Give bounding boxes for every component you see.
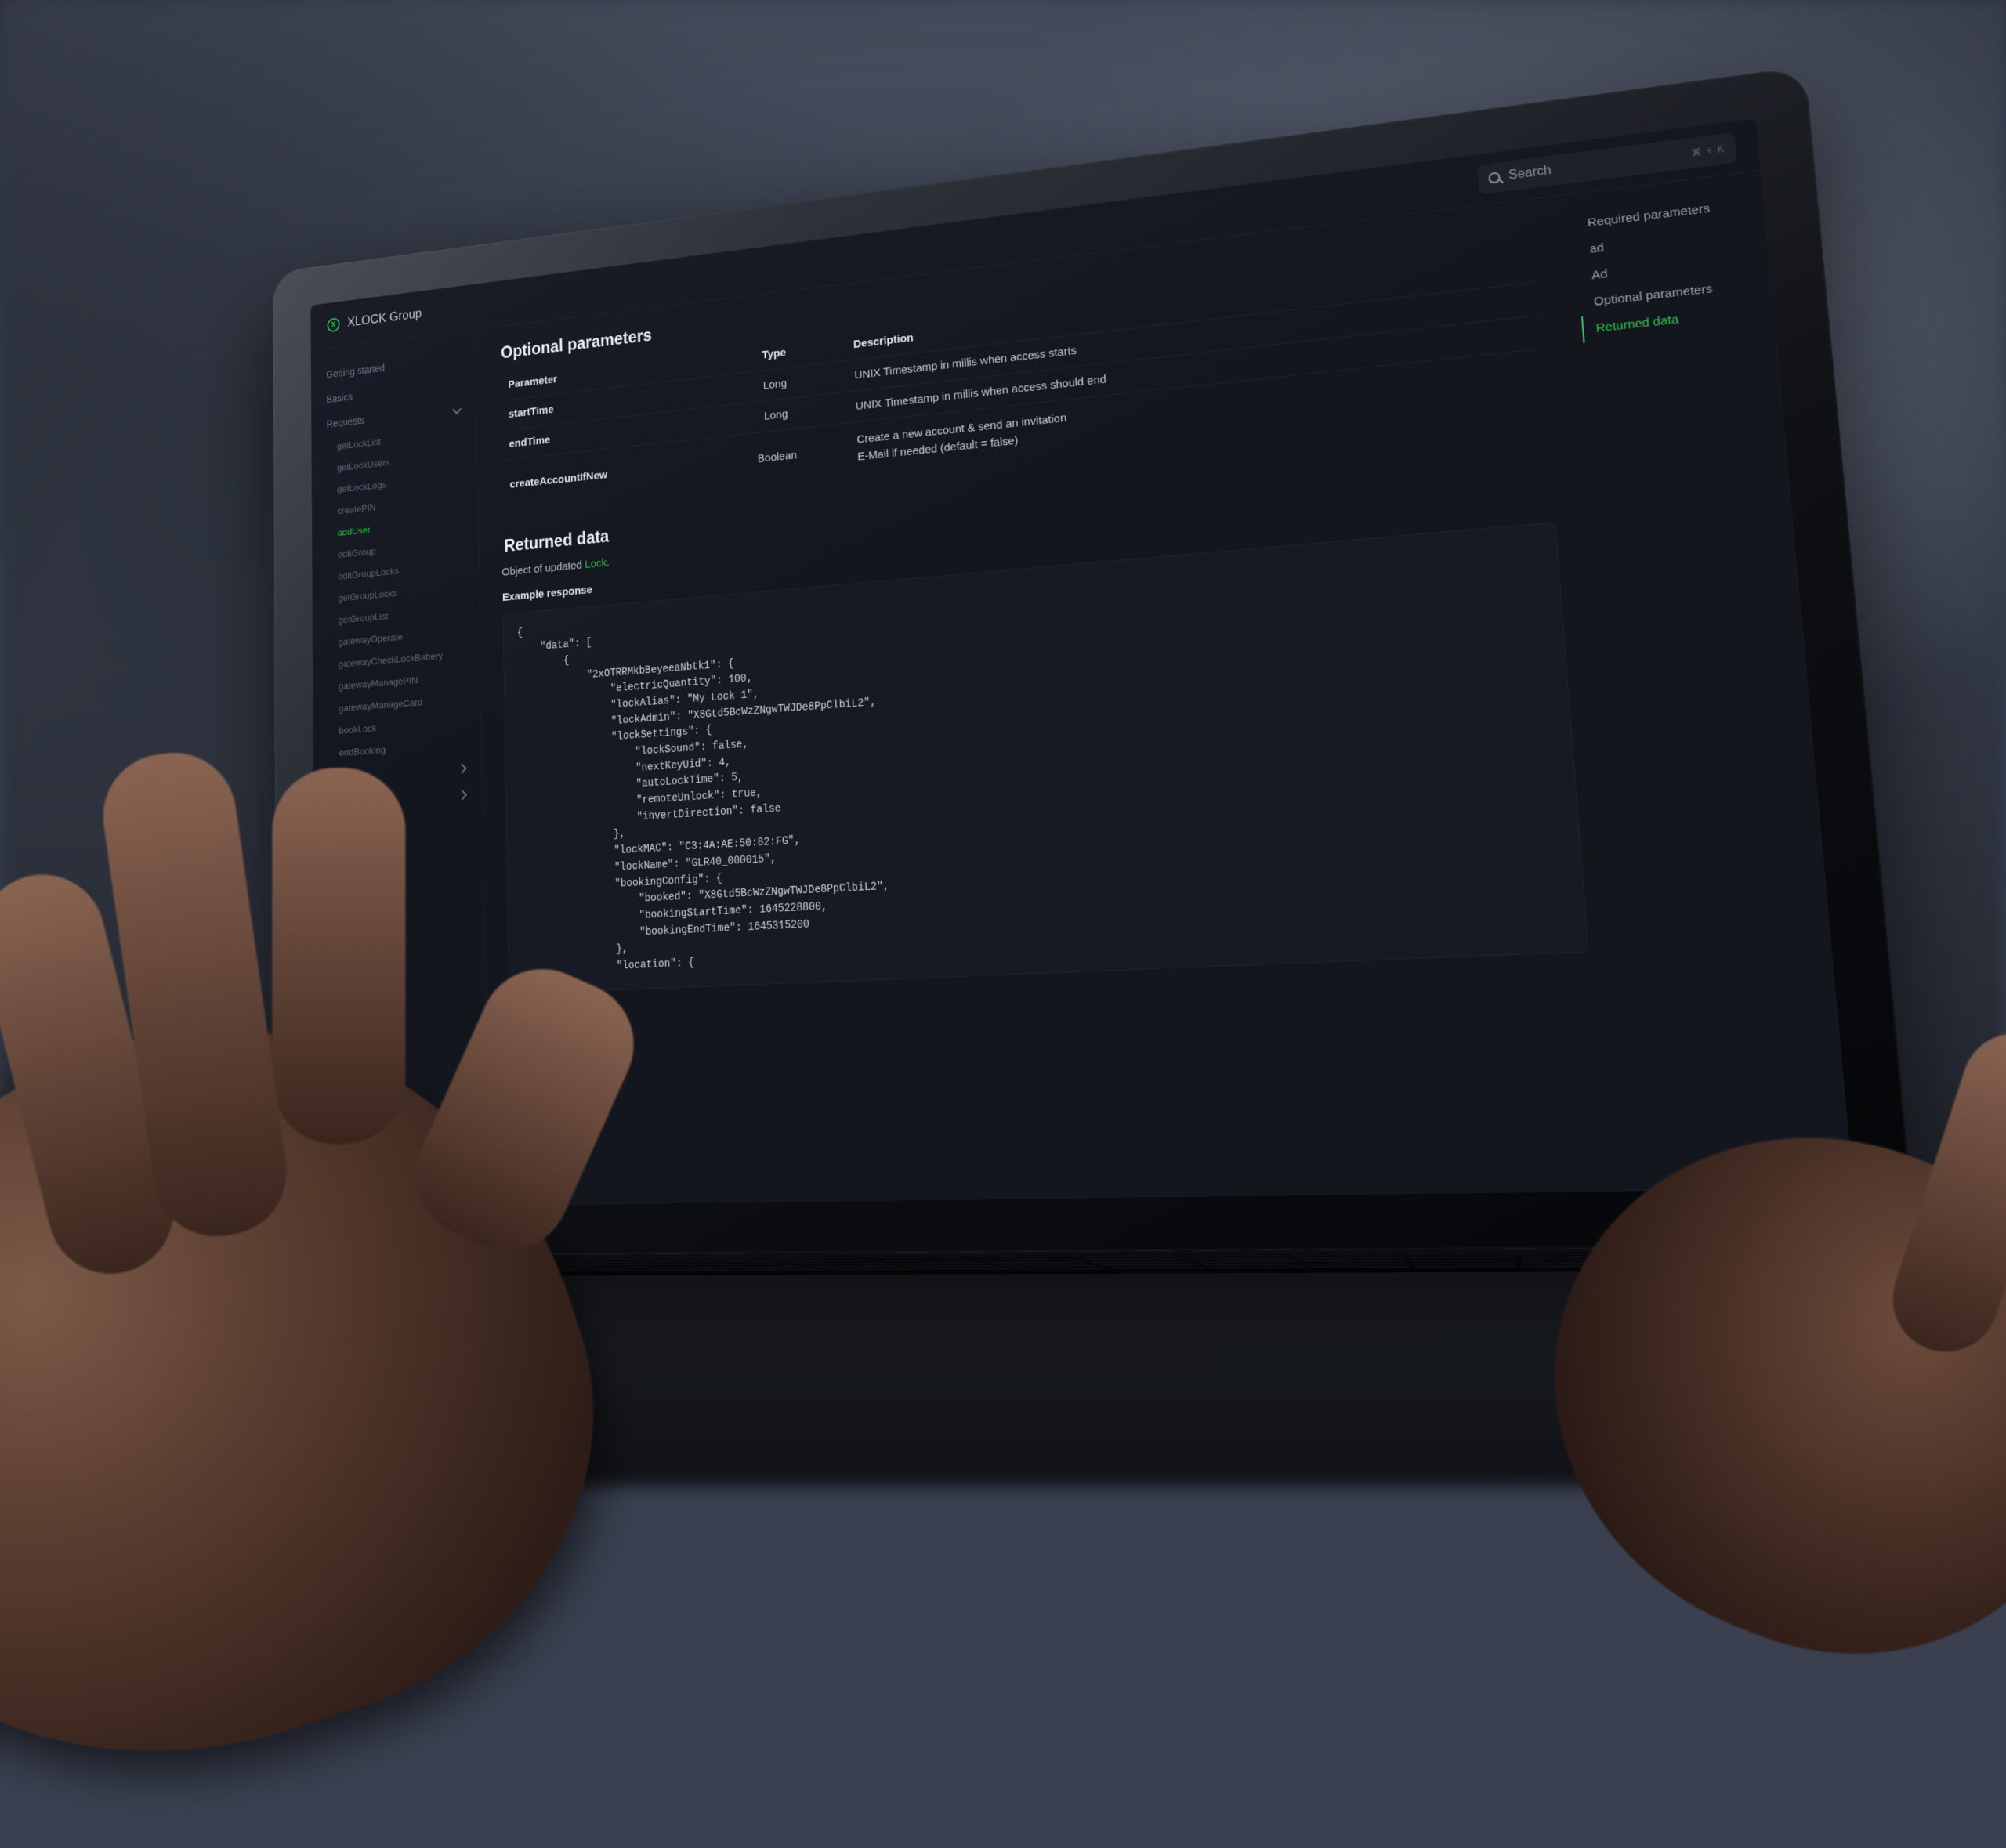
brand-logo-icon: X — [328, 316, 340, 332]
search-box[interactable]: Search ⌘ + K — [1478, 132, 1737, 194]
book-icon — [331, 1178, 341, 1187]
toc-item[interactable]: ad — [1575, 217, 1748, 263]
chevron-right-icon — [458, 763, 467, 773]
sidebar-section-label: Objects — [329, 769, 360, 783]
toc-item[interactable]: Ad — [1577, 244, 1751, 290]
toc-item[interactable]: Returned data — [1581, 298, 1755, 343]
page-toc: Required parametersadAdOptional paramete… — [1556, 171, 1853, 1191]
sidebar-section-label: Requests — [327, 414, 364, 430]
sidebar-section-label: Getting started — [326, 362, 385, 380]
search-shortcut: ⌘ + K — [1691, 143, 1726, 158]
brand-name: XLOCK Group — [347, 306, 422, 329]
toc-item[interactable]: Optional parameters — [1579, 270, 1753, 316]
chevron-right-icon — [458, 790, 467, 800]
sidebar: Getting started Basics Requests getLockL… — [311, 330, 489, 1208]
content: Optional parameters Parameter Type Descr… — [476, 196, 1635, 1206]
search-icon — [1488, 171, 1501, 183]
brand[interactable]: X XLOCK Group — [328, 306, 422, 332]
text: Object of updated — [502, 558, 585, 578]
sidebar-section-label: Examples — [329, 795, 369, 809]
search-placeholder: Search — [1508, 163, 1552, 183]
example-response-code[interactable]: { "data": [ { "2xOTRRMkbBeyeeaNbtk1": { … — [503, 521, 1589, 994]
lock-link[interactable]: Lock — [585, 556, 607, 570]
sidebar-section-label: Basics — [327, 390, 353, 404]
toc-item[interactable]: Required parameters — [1573, 190, 1745, 237]
sidebar-footer[interactable]: Powered by GitBook — [316, 1164, 488, 1199]
sidebar-footer-label: Powered by GitBook — [346, 1176, 423, 1188]
text: . — [607, 555, 610, 568]
chevron-down-icon — [452, 404, 462, 414]
